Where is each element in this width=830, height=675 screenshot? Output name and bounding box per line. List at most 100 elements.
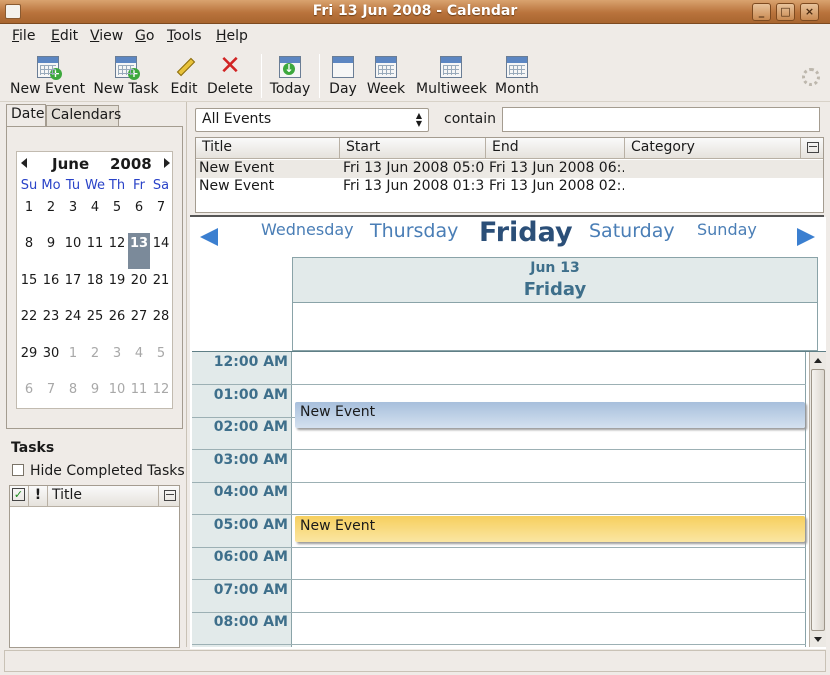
mini-calendar-day[interactable]: 7 [40, 379, 62, 415]
mini-calendar-day[interactable]: 25 [84, 306, 106, 342]
mini-calendar-day[interactable]: 8 [62, 379, 84, 415]
mini-calendar-day[interactable]: 18 [84, 270, 106, 306]
mini-calendar-day[interactable]: 4 [128, 343, 150, 379]
mini-calendar-day[interactable]: 1 [18, 197, 40, 233]
event-block[interactable]: New Event [295, 516, 805, 542]
mini-calendar-day[interactable]: 19 [106, 270, 128, 306]
date-panel: June 2008 Su Mo Tu We Th Fr Sa 1 2 3 4 5 6 7 8 9 10 11 12 1… [6, 126, 183, 429]
mini-calendar-day[interactable]: 27 [128, 306, 150, 342]
mini-calendar-day[interactable]: 11 [128, 379, 150, 415]
mini-calendar-day[interactable]: 24 [62, 306, 84, 342]
event-row[interactable]: New Event Fri 13 Jun 2008 05:0... Fri 13… [196, 160, 823, 178]
mini-calendar-day[interactable]: 14 [150, 233, 172, 269]
day-name-saturday[interactable]: Saturday [589, 220, 675, 242]
event-row[interactable]: New Event Fri 13 Jun 2008 01:3... Fri 13… [196, 178, 823, 196]
completed-column[interactable]: ✓ [10, 486, 29, 507]
mini-calendar-day[interactable]: 6 [128, 197, 150, 233]
menu-edit[interactable]: Edit [51, 28, 78, 44]
mini-calendar-day[interactable]: 16 [40, 270, 62, 306]
scroll-down-icon[interactable] [814, 637, 822, 642]
menu-go[interactable]: Go [135, 28, 154, 44]
priority-column[interactable]: ! [29, 486, 48, 507]
col-title[interactable]: Title [196, 138, 340, 159]
menu-file[interactable]: File [12, 28, 35, 44]
edit-button[interactable]: Edit [168, 52, 200, 98]
event-filter-select[interactable]: All Events ▲ ▼ [195, 108, 429, 132]
new-task-button[interactable]: + New Task [92, 52, 160, 98]
mini-calendar-day[interactable]: 1 [62, 343, 84, 379]
week-view-button[interactable]: Week [366, 52, 406, 98]
menu-view[interactable]: View [90, 28, 123, 44]
tab-calendars[interactable]: Calendars [46, 105, 121, 127]
mini-calendar-day[interactable]: 30 [40, 343, 62, 379]
multiweek-view-button[interactable]: Multiweek [416, 52, 487, 98]
mini-calendar-day[interactable]: 20 [128, 270, 150, 306]
minimize-button[interactable]: _ [752, 3, 771, 21]
mini-calendar-day[interactable]: 10 [106, 379, 128, 415]
hour-label: 05:00 AM [213, 517, 288, 533]
col-category[interactable]: Category [625, 138, 801, 159]
mini-calendar-day[interactable]: 17 [62, 270, 84, 306]
hour-line [192, 482, 806, 483]
maximize-button[interactable]: □ [776, 3, 795, 21]
mini-calendar-day[interactable]: 13 [128, 233, 150, 270]
mini-calendar-day[interactable]: 11 [84, 233, 106, 269]
checkbox-icon[interactable] [12, 464, 24, 476]
mini-calendar-day[interactable]: 26 [106, 306, 128, 342]
day-name-thursday[interactable]: Thursday [370, 220, 458, 242]
task-list[interactable]: ✓ ! Title [9, 485, 180, 648]
mini-calendar-day[interactable]: 7 [150, 197, 172, 233]
hide-completed-tasks-checkbox[interactable]: Hide Completed Tasks [12, 463, 185, 479]
tab-date[interactable]: Date [6, 104, 46, 127]
mini-calendar-day[interactable]: 21 [150, 270, 172, 306]
mini-calendar-day[interactable]: 9 [40, 233, 62, 269]
menu-tools[interactable]: Tools [167, 28, 202, 44]
prev-month-icon[interactable] [21, 158, 27, 168]
mini-calendar-day[interactable]: 23 [40, 306, 62, 342]
delete-button[interactable]: ✕ Delete [206, 52, 254, 98]
menu-help[interactable]: Help [216, 28, 248, 44]
mini-calendar-day[interactable]: 9 [84, 379, 106, 415]
scroll-up-icon[interactable] [814, 358, 822, 363]
day-column[interactable] [292, 352, 806, 647]
day-name-sunday[interactable]: Sunday [697, 220, 757, 239]
mini-calendar-day[interactable]: 5 [106, 197, 128, 233]
mini-calendar-day[interactable]: 8 [18, 233, 40, 269]
mini-calendar-day[interactable]: 3 [106, 343, 128, 379]
mini-calendar-day[interactable]: 5 [150, 343, 172, 379]
mini-calendar-day[interactable]: 2 [84, 343, 106, 379]
previous-day-icon[interactable] [200, 228, 218, 246]
day-view-scrollbar[interactable] [809, 352, 826, 647]
mini-calendar-year[interactable]: 2008 [110, 155, 152, 173]
mini-calendar-day[interactable]: 10 [62, 233, 84, 269]
all-day-area[interactable] [292, 303, 818, 351]
mini-calendar-day[interactable]: 3 [62, 197, 84, 233]
mini-calendar-day[interactable]: 29 [18, 343, 40, 379]
search-input[interactable] [502, 107, 820, 132]
scrollbar-thumb[interactable] [811, 369, 825, 631]
column-picker[interactable] [801, 138, 823, 159]
mini-calendar-day[interactable]: 15 [18, 270, 40, 306]
mini-calendar-day[interactable]: 2 [40, 197, 62, 233]
month-view-button[interactable]: Month [494, 52, 540, 98]
mini-calendar-day[interactable]: 22 [18, 306, 40, 342]
next-day-icon[interactable] [797, 228, 815, 246]
col-start[interactable]: Start [340, 138, 486, 159]
title-column[interactable]: Title [48, 486, 159, 507]
event-block[interactable]: New Event [295, 402, 805, 428]
col-end[interactable]: End [486, 138, 625, 159]
hour-label: 03:00 AM [213, 452, 288, 468]
new-event-button[interactable]: + New Event [10, 52, 85, 98]
day-name-wednesday[interactable]: Wednesday [261, 220, 354, 239]
mini-calendar-month[interactable]: June [52, 155, 89, 173]
mini-calendar-day[interactable]: 6 [18, 379, 40, 415]
mini-calendar-day[interactable]: 12 [106, 233, 128, 269]
column-picker[interactable] [159, 486, 179, 507]
next-month-icon[interactable] [164, 158, 170, 168]
mini-calendar-day[interactable]: 12 [150, 379, 172, 415]
mini-calendar-day[interactable]: 28 [150, 306, 172, 342]
close-button[interactable]: × [800, 3, 819, 21]
today-button[interactable]: ↓ Today [268, 52, 312, 98]
mini-calendar-day[interactable]: 4 [84, 197, 106, 233]
day-view-button[interactable]: Day [328, 52, 358, 98]
